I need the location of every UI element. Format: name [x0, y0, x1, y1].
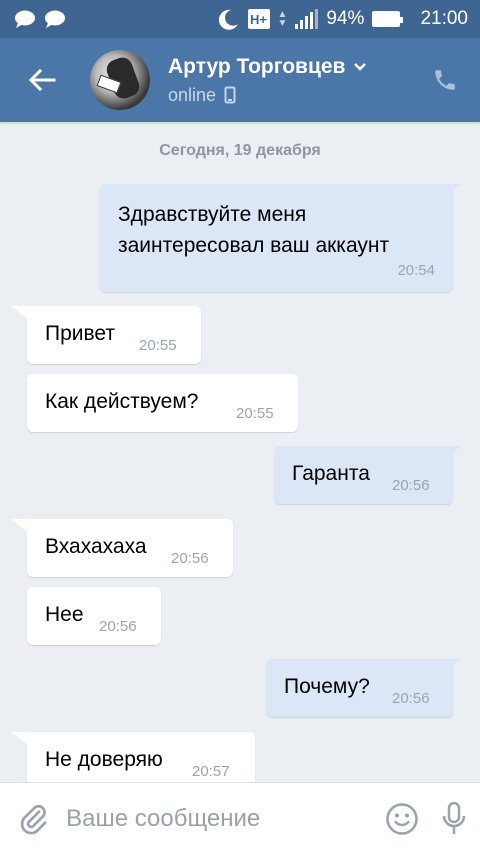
- message-text: Вхахахаха: [45, 535, 147, 558]
- attach-button[interactable]: [0, 783, 66, 854]
- status-bar: H+ ▲ ▼ 94% 21:00: [0, 0, 480, 38]
- network-type-icon: H+: [247, 9, 270, 29]
- message-time: 20:56: [392, 690, 430, 707]
- message-text: Гаранта: [292, 462, 370, 485]
- incoming-message[interactable]: Нее 20:56: [27, 587, 161, 645]
- chat-bubble-icon: [45, 10, 65, 28]
- date-separator: Сегодня, 19 декабря: [159, 142, 321, 159]
- message-text: Не доверяю: [45, 748, 163, 771]
- microphone-icon: [442, 801, 466, 834]
- contact-status-row: online: [168, 85, 410, 106]
- contact-name: Артур Торговцев: [168, 54, 346, 78]
- outgoing-message[interactable]: Гаранта 20:56: [274, 446, 461, 504]
- message-time: 20:57: [192, 763, 230, 780]
- emoji-icon: [386, 802, 418, 835]
- message-time: 20:56: [171, 550, 209, 567]
- message-text: Как действуем?: [45, 390, 199, 413]
- chat-bubble-icon: [15, 10, 35, 28]
- message-input[interactable]: [66, 804, 377, 833]
- battery-icon: [372, 11, 404, 27]
- contact-info[interactable]: Артур Торговцев online: [168, 55, 410, 106]
- incoming-message[interactable]: Привет 20:55: [11, 306, 201, 364]
- contact-status: online: [168, 84, 217, 105]
- clock: 21:00: [420, 8, 468, 29]
- phone-call-icon: [435, 70, 455, 90]
- message-text-line: Здравствуйте меня: [118, 203, 307, 226]
- message-time: 20:56: [392, 477, 430, 494]
- message-time: 20:54: [397, 262, 435, 279]
- data-activity-icon: ▲ ▼: [277, 9, 288, 29]
- incoming-message[interactable]: Не доверяю 20:57: [11, 732, 255, 782]
- signal-icon: [295, 9, 319, 29]
- incoming-message[interactable]: Вхахахаха 20:56: [11, 519, 233, 577]
- message-text-line: заинтересовал ваш аккаунт: [118, 234, 390, 257]
- outgoing-message[interactable]: Здравствуйте меня заинтересовал ваш акка…: [100, 184, 461, 292]
- emoji-button[interactable]: [376, 783, 428, 854]
- message-time: 20:56: [99, 618, 137, 635]
- status-bar-left: [14, 10, 66, 28]
- message-time: 20:55: [139, 337, 177, 354]
- battery-percent: 94%: [326, 8, 365, 29]
- conversation-header: Артур Торговцев online: [0, 38, 480, 122]
- message-text: Нее: [45, 603, 84, 626]
- call-button[interactable]: [410, 38, 480, 122]
- message-text: Привет: [45, 322, 116, 345]
- message-text: Почему?: [284, 675, 370, 698]
- composer: [0, 782, 480, 854]
- incoming-message[interactable]: Как действуем? 20:55: [27, 374, 298, 432]
- outgoing-message[interactable]: Почему? 20:56: [266, 659, 461, 717]
- message-list[interactable]: Сегодня, 19 декабря Здравствуйте меня за…: [0, 122, 480, 782]
- paperclip-icon: [20, 804, 47, 834]
- avatar[interactable]: [90, 50, 150, 110]
- chevron-down-icon: [354, 62, 367, 71]
- moon-icon: [218, 9, 238, 30]
- mobile-phone-icon: [224, 86, 236, 104]
- status-bar-right: H+ ▲ ▼ 94% 21:00: [216, 7, 468, 31]
- contact-name-row[interactable]: Артур Торговцев: [168, 55, 410, 79]
- message-time: 20:55: [236, 405, 274, 422]
- voice-message-button[interactable]: [428, 783, 480, 854]
- message-text: Здравствуйте меня заинтересовал ваш акка…: [118, 199, 389, 261]
- back-button[interactable]: [0, 38, 84, 122]
- back-arrow-icon: [28, 68, 56, 92]
